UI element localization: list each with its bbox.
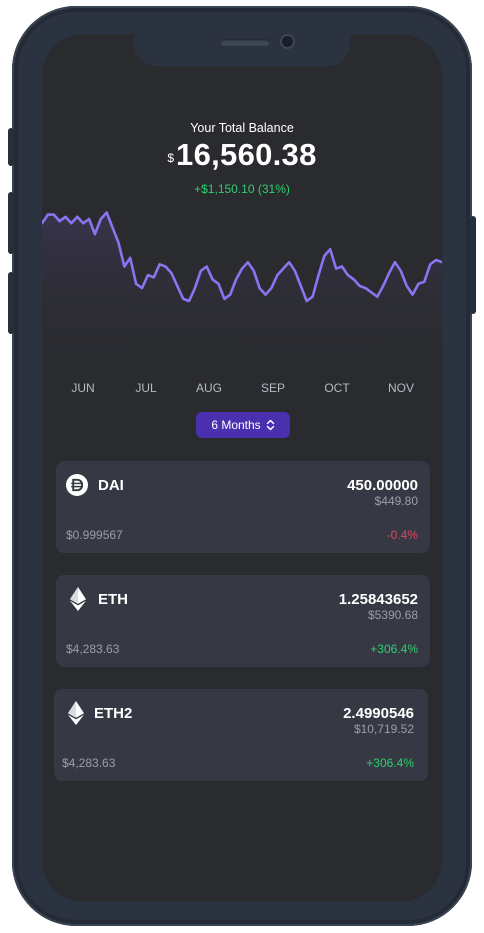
- balance-amount: 16,560.38: [176, 137, 317, 172]
- speaker-grille: [220, 39, 270, 46]
- volume-up-button: [8, 192, 14, 254]
- month-label-nov: NOV: [387, 381, 414, 395]
- balance-label: Your Total Balance: [190, 121, 294, 135]
- currency-symbol: $: [167, 151, 175, 165]
- month-label-jul: JUL: [135, 381, 157, 395]
- month-label-aug: AUG: [195, 381, 222, 395]
- asset-usd-value: $5390.68: [367, 608, 418, 622]
- asset-change: -0.4%: [386, 528, 418, 542]
- asset-price: $4,283.63: [66, 642, 120, 656]
- asset-card-eth[interactable]: ETH 1.25843652 $5390.68 $4,283.63 +306.4…: [56, 575, 430, 667]
- month-label-jun: JUN: [71, 381, 95, 395]
- volume-down-button: [8, 272, 14, 334]
- time-range-label: 6 Months: [211, 418, 261, 432]
- notch: [134, 34, 350, 66]
- ethereum-icon: [70, 587, 86, 611]
- asset-change: +306.4%: [366, 756, 414, 770]
- mute-switch: [8, 128, 14, 166]
- asset-price: $0.999567: [66, 528, 123, 542]
- app-screen: Your Total Balance $16,560.38 +$1,150.10…: [42, 34, 442, 902]
- asset-symbol: ETH2: [94, 705, 133, 722]
- asset-quantity: 1.25843652: [338, 591, 418, 608]
- power-button: [470, 216, 476, 314]
- month-axis: JUN JUL AUG SEP OCT NOV: [42, 381, 442, 397]
- balance-chart[interactable]: [42, 196, 442, 376]
- month-label-sep: SEP: [260, 381, 285, 395]
- asset-change: +306.4%: [370, 642, 418, 656]
- dai-icon: [66, 474, 88, 496]
- asset-usd-value: $10,719.52: [353, 722, 414, 736]
- month-label-oct: OCT: [324, 381, 350, 395]
- chart-area: [42, 212, 442, 376]
- balance-change: +$1,150.10 (31%): [194, 182, 290, 196]
- time-range-selector[interactable]: 6 Months: [196, 412, 290, 438]
- asset-card-dai[interactable]: DAI 450.00000 $449.80 $0.999567 -0.4%: [56, 461, 430, 553]
- total-balance: $16,560.38: [42, 137, 442, 173]
- asset-card-eth2[interactable]: ETH2 2.4990546 $10,719.52 $4,283.63 +306…: [54, 689, 428, 781]
- asset-symbol: DAI: [98, 477, 124, 494]
- asset-quantity: 2.4990546: [343, 705, 414, 722]
- asset-usd-value: $449.80: [374, 494, 418, 508]
- asset-symbol: ETH: [98, 591, 128, 608]
- ethereum-icon: [68, 701, 84, 725]
- front-camera: [282, 36, 293, 47]
- asset-price: $4,283.63: [62, 756, 116, 770]
- up-down-chevron-icon: [266, 419, 274, 431]
- asset-quantity: 450.00000: [347, 477, 418, 494]
